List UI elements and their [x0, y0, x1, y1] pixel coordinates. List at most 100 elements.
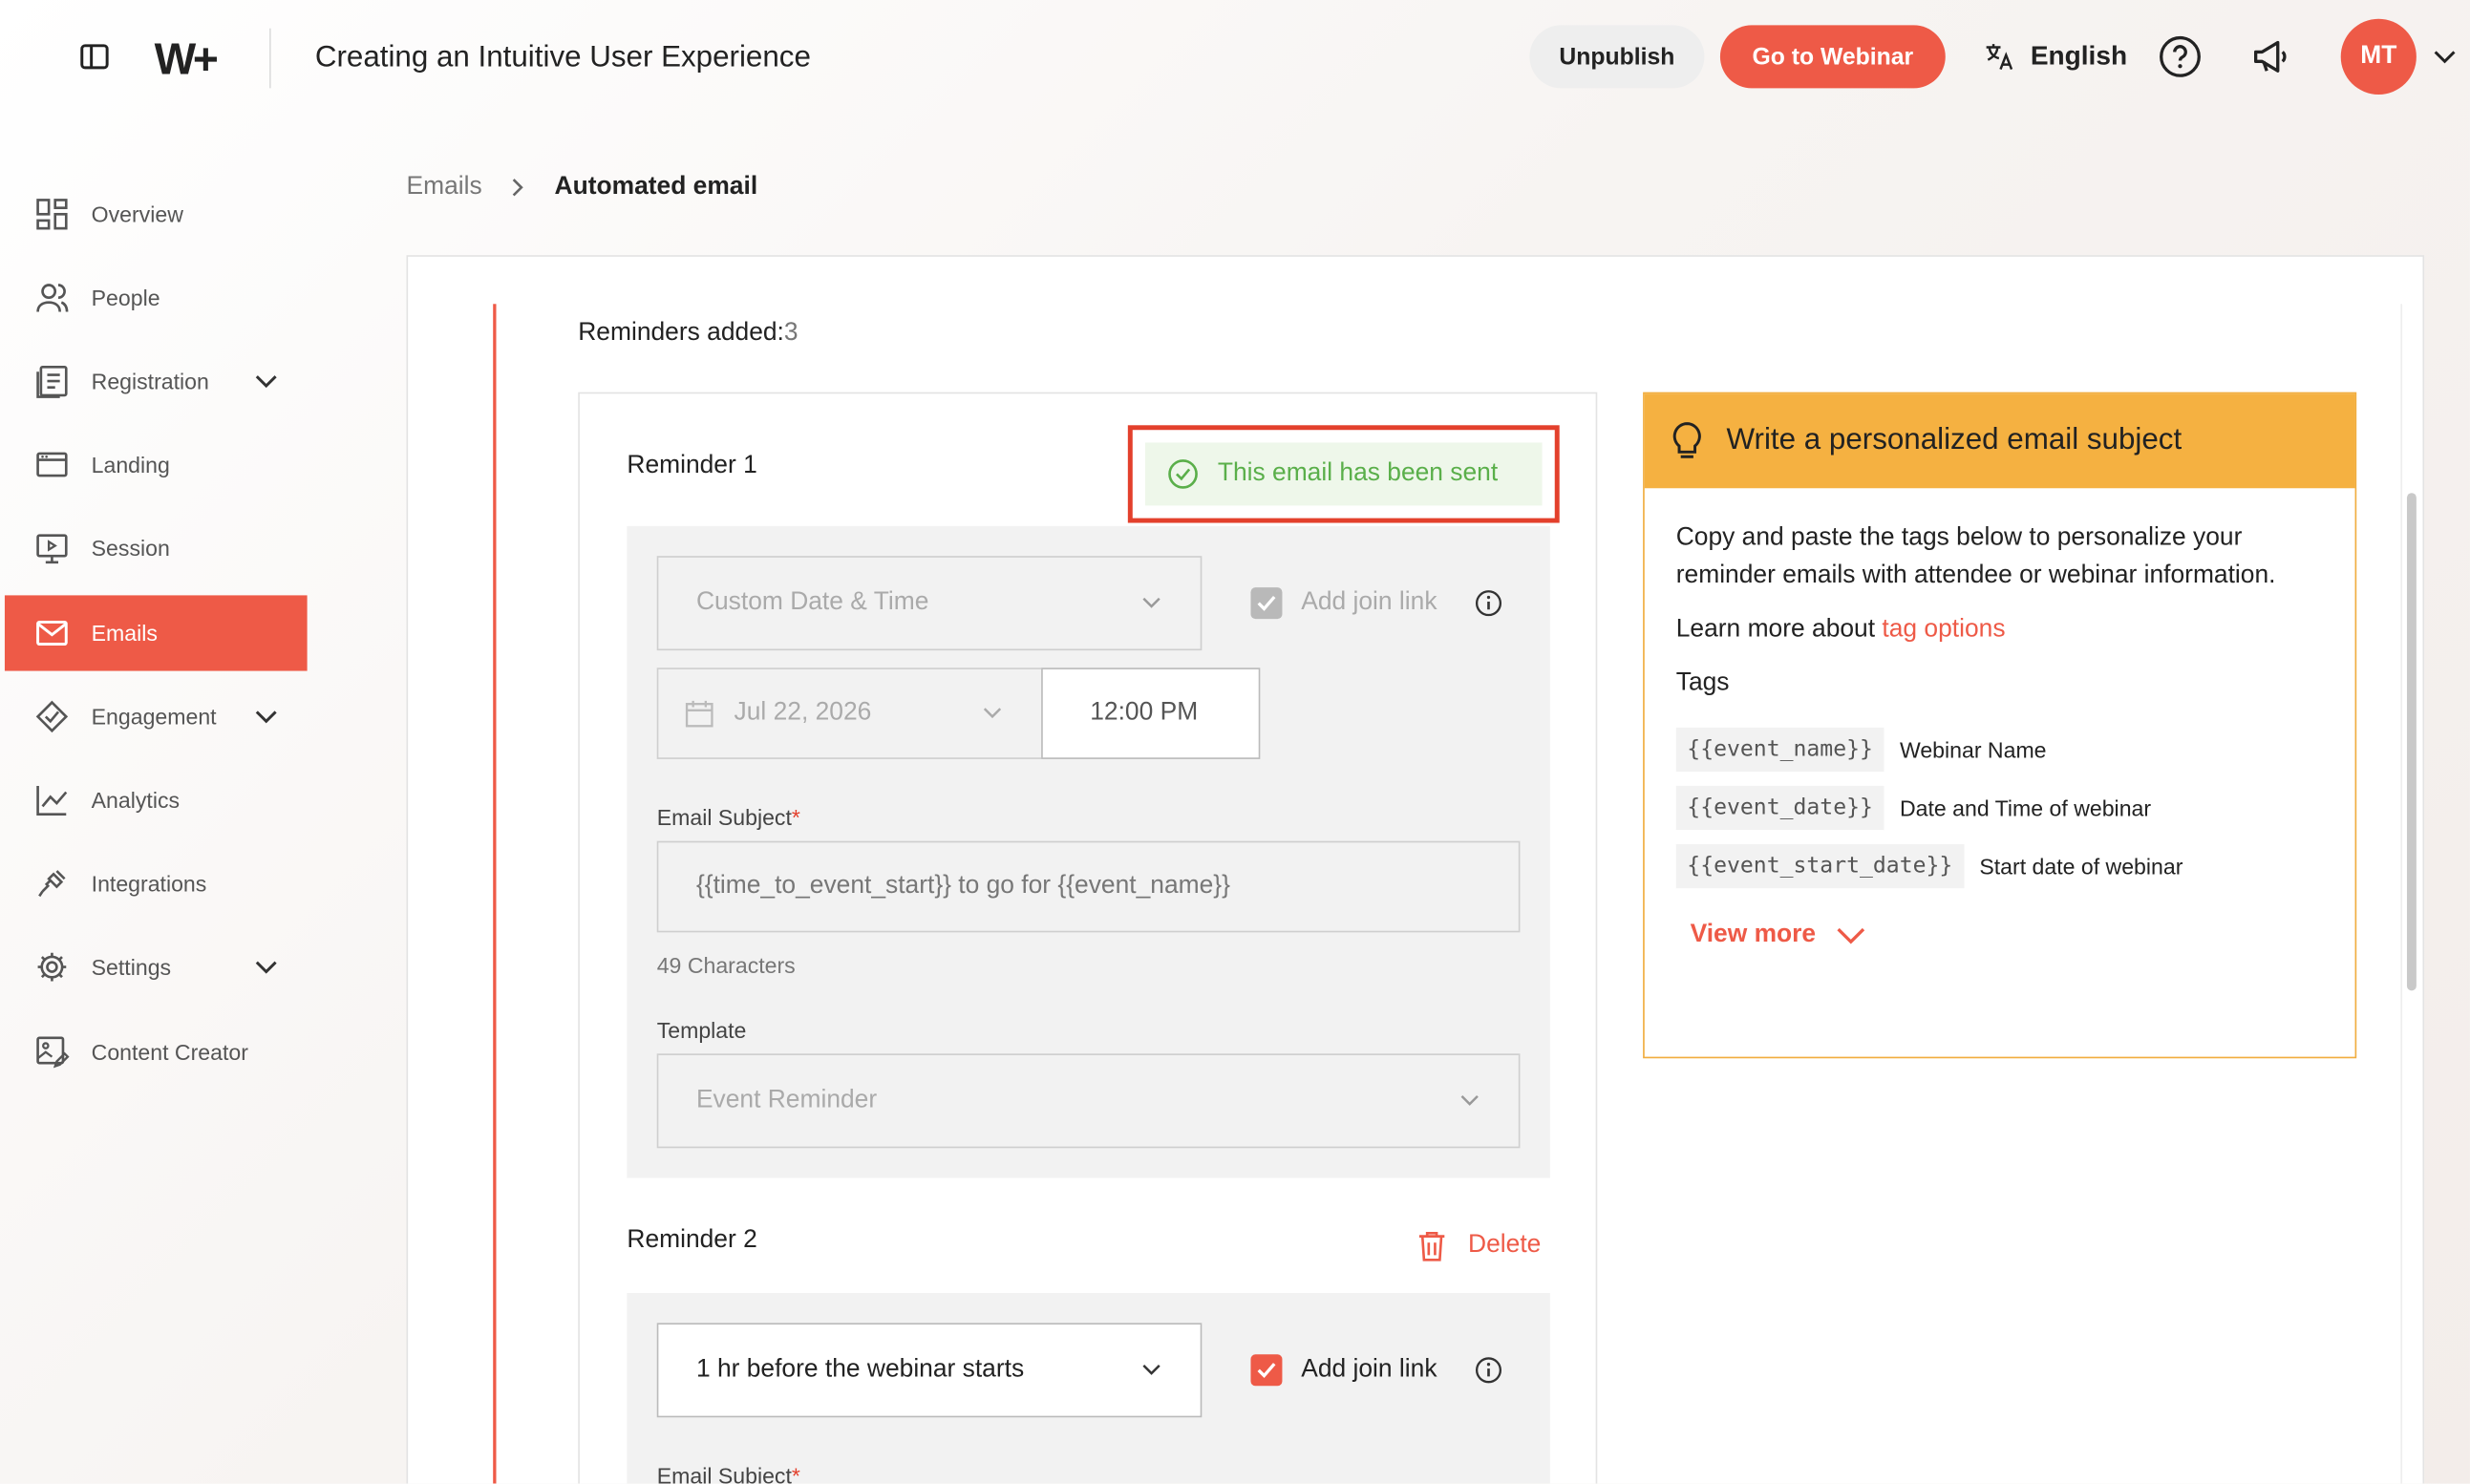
timing-value: Custom Date & Time [695, 588, 929, 616]
timing-value: 1 hr before the webinar starts [695, 1355, 1025, 1383]
date-value: Jul 22, 2026 [734, 699, 872, 727]
sidebar-item-landing[interactable]: Landing [5, 427, 308, 502]
go-to-webinar-button[interactable]: Go to Webinar [1719, 25, 1946, 89]
tag-row: {{event_date}} Date and Time of webinar [1675, 785, 2324, 831]
chevron-down-icon [1460, 1094, 1479, 1106]
chevron-down-icon [1142, 597, 1160, 608]
join-link-checkbox[interactable] [1250, 1354, 1283, 1387]
reminder-2-join-link[interactable]: Add join link [1250, 1354, 1503, 1387]
sidebar-item-label: Engagement [91, 704, 217, 730]
sidebar-item-people[interactable]: People [5, 260, 308, 335]
sidebar-item-label: Overview [91, 201, 183, 227]
email-subject-value: {{time_to_event_start}} to go for {{even… [695, 872, 1230, 900]
chevron-right-icon [512, 179, 523, 197]
megaphone-icon[interactable] [2249, 34, 2293, 78]
join-link-label: Add join link [1301, 1355, 1437, 1383]
chevron-down-icon[interactable] [2432, 47, 2457, 66]
reminder-1-time-input[interactable]: 12:00 PM [1041, 668, 1261, 759]
lightbulb-icon [1672, 422, 1701, 458]
sidebar-toggle-icon[interactable] [78, 41, 110, 73]
tag-options-link[interactable]: tag options [1882, 616, 2005, 643]
sidebar-item-emails[interactable]: Emails [4, 595, 308, 671]
page-title: Creating an Intuitive User Experience [314, 40, 811, 74]
tag-code[interactable]: {{event_date}} [1675, 785, 1884, 831]
info-icon[interactable] [1475, 589, 1503, 618]
tip-header: Write a personalized email subject [1644, 393, 2355, 489]
sidebar-item-label: Integrations [91, 871, 207, 897]
required-asterisk: * [791, 1463, 800, 1484]
chevron-down-icon [1837, 927, 1864, 944]
reminder-1-join-link[interactable]: Add join link [1250, 587, 1503, 620]
reminder-1-email-subject-input[interactable]: {{time_to_event_start}} to go for {{even… [656, 840, 1521, 933]
reminder-1-date-select[interactable]: Jul 22, 2026 [656, 668, 1043, 759]
info-icon[interactable] [1475, 1356, 1503, 1385]
join-link-label: Add join link [1301, 588, 1437, 616]
scrollbar[interactable] [2400, 304, 2419, 1484]
template-value: Event Reminder [695, 1086, 878, 1113]
reminder-1-body: Custom Date & Time Add join link Jul 22,… [627, 525, 1550, 1178]
learn-more-prefix: Learn more about [1675, 615, 1876, 643]
help-icon[interactable] [2158, 34, 2202, 78]
scrollbar-thumb[interactable] [2406, 493, 2417, 991]
tag-code[interactable]: {{event_start_date}} [1675, 843, 1964, 889]
breadcrumb-current: Automated email [554, 173, 758, 201]
tags-label: Tags [1675, 668, 1730, 696]
reminders-added-count: 3 [783, 319, 798, 347]
sidebar-item-registration[interactable]: Registration [5, 344, 308, 419]
sidebar-item-label: Content Creator [91, 1039, 248, 1065]
sidebar-item-overview[interactable]: Overview [5, 177, 308, 252]
avatar[interactable]: MT [2340, 18, 2417, 95]
sidebar-item-label: Settings [91, 954, 172, 980]
tip-learn-more: Learn more about tag options [1676, 611, 2324, 649]
reminder-1-template-select[interactable]: Event Reminder [656, 1053, 1521, 1149]
language-selector[interactable]: English [1983, 39, 2127, 74]
tag-desc: Webinar Name [1899, 736, 2047, 763]
reminder-2-timing-select[interactable]: 1 hr before the webinar starts [656, 1323, 1203, 1418]
logo[interactable]: W+ [155, 34, 219, 85]
check-circle-icon [1168, 459, 1198, 489]
sidebar-item-engagement[interactable]: Engagement [5, 679, 308, 754]
sent-status-text: This email has been sent [1217, 459, 1499, 487]
sidebar-item-session[interactable]: Session [5, 510, 308, 585]
window-icon [36, 452, 68, 477]
reminder-1-timing-select[interactable]: Custom Date & Time [656, 556, 1203, 651]
breadcrumb-emails-link[interactable]: Emails [406, 173, 481, 201]
chevron-down-icon [255, 375, 277, 389]
monitor-play-icon [36, 534, 68, 564]
sidebar-item-settings[interactable]: Settings [5, 929, 308, 1005]
sidebar-item-content-creator[interactable]: Content Creator [5, 1014, 308, 1090]
tip-body: Copy and paste the tags below to persona… [1645, 488, 2355, 954]
form-icon [36, 365, 68, 398]
tag-code[interactable]: {{event_name}} [1675, 727, 1884, 773]
tag-desc: Date and Time of webinar [1899, 795, 2152, 821]
reminders-card: Reminder 1 This email has been sent Cust… [578, 392, 1598, 1484]
time-value: 12:00 PM [1090, 699, 1199, 727]
tip-card: Write a personalized email subject Copy … [1643, 392, 2357, 1059]
breadcrumb: Emails Automated email [406, 173, 757, 201]
sent-highlight: This email has been sent [1127, 425, 1560, 523]
image-edit-icon [36, 1036, 70, 1069]
translate-icon [1986, 44, 2013, 71]
tag-row: {{event_name}} Webinar Name [1675, 727, 2324, 773]
sidebar-item-label: People [91, 285, 160, 310]
language-label: English [2030, 40, 2128, 72]
reminder-2-delete-button[interactable]: Delete [1417, 1230, 1541, 1261]
grid-icon [36, 199, 68, 230]
sidebar-item-integrations[interactable]: Integrations [5, 846, 308, 922]
email-subject-label-text: Email Subject [656, 1463, 792, 1484]
reminder-2-body: 1 hr before the webinar starts Add join … [627, 1292, 1550, 1484]
reminders-added: Reminders added:3 [578, 320, 798, 349]
check-icon [1257, 595, 1276, 611]
plug-icon [38, 870, 66, 898]
timeline-line [493, 304, 497, 1484]
tip-description: Copy and paste the tags below to persona… [1675, 524, 2276, 589]
join-link-checkbox[interactable] [1250, 587, 1283, 620]
top-header: W+ Creating an Intuitive User Experience… [0, 0, 2470, 114]
trash-icon [1418, 1232, 1445, 1261]
header-divider [269, 28, 271, 89]
view-more-button[interactable]: View more [1676, 917, 2324, 955]
sidebar-item-analytics[interactable]: Analytics [5, 762, 308, 837]
tip-title: Write a personalized email subject [1726, 423, 2183, 457]
sidebar-item-label: Session [91, 535, 170, 562]
unpublish-button[interactable]: Unpublish [1529, 25, 1705, 89]
